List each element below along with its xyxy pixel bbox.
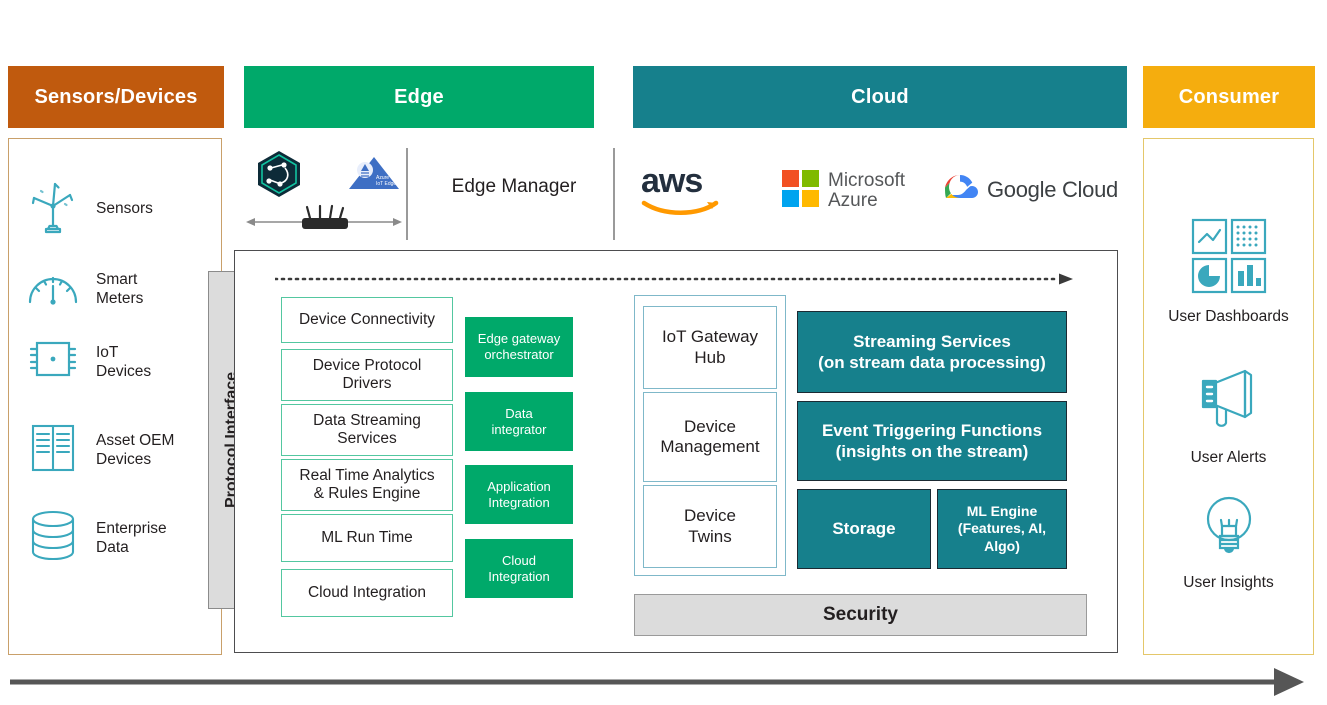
consumer-item-dashboards: User Dashboards xyxy=(1143,218,1314,326)
cloud-box-streaming-services[interactable]: Streaming Services (on stream data proce… xyxy=(797,311,1067,393)
iot-gateway-group: IoT Gateway Hub Device Management Device… xyxy=(634,295,786,576)
cloud-box-storage[interactable]: Storage xyxy=(797,489,931,569)
consumer-item-insights-label: User Insights xyxy=(1183,574,1274,591)
column-header-edge: Edge xyxy=(244,66,594,128)
sensor-item-iot-devices-label: IoT Devices xyxy=(96,343,152,380)
edge-divider-right xyxy=(613,148,615,240)
security-bar: Security xyxy=(634,594,1087,636)
consumer-item-insights: User Insights xyxy=(1143,492,1314,592)
wind-turbine-icon xyxy=(24,178,82,241)
router-icon xyxy=(302,204,348,229)
edge-green-box-edge-gateway-orchestrator[interactable]: Edge gateway orchestrator xyxy=(465,317,573,377)
edge-box-cloud-integration[interactable]: Cloud Integration xyxy=(281,569,453,617)
column-header-consumer-label: Consumer xyxy=(1178,85,1280,108)
sensor-item-sensors: Sensors xyxy=(24,178,153,241)
data-flow-arrow xyxy=(273,272,1075,285)
edge-green-box-application-integration[interactable]: Application Integration xyxy=(465,465,573,524)
edge-divider-left xyxy=(406,148,408,240)
cloud-box-device-management[interactable]: Device Management xyxy=(643,392,777,482)
book-icon xyxy=(24,421,82,480)
sensor-item-enterprise-data-label: Enterprise Data xyxy=(96,519,167,556)
sensor-item-asset-oem-devices-label: Asset OEM Devices xyxy=(96,431,175,468)
edge-device-arrow xyxy=(244,202,404,239)
column-header-consumer: Consumer xyxy=(1143,66,1315,128)
column-header-cloud: Cloud xyxy=(633,66,1127,128)
edge-box-data-streaming-services[interactable]: Data Streaming Services xyxy=(281,404,453,456)
megaphone-icon xyxy=(1193,363,1265,440)
cloud-box-ml-engine[interactable]: ML Engine (Features, AI, Algo) xyxy=(937,489,1067,569)
cloud-box-device-twins[interactable]: Device Twins xyxy=(643,485,777,568)
edge-green-box-cloud-integration[interactable]: Cloud Integration xyxy=(465,539,573,598)
cloud-box-event-triggering-functions[interactable]: Event Triggering Functions (insights on … xyxy=(797,401,1067,481)
edge-box-device-connectivity[interactable]: Device Connectivity xyxy=(281,297,453,343)
edge-box-ml-run-time[interactable]: ML Run Time xyxy=(281,514,453,562)
sensor-item-smart-meters: Smart Meters xyxy=(24,264,143,315)
lightbulb-icon xyxy=(1196,492,1262,565)
edge-manager-label: Edge Manager xyxy=(451,176,577,197)
microsoft-squares-icon xyxy=(782,170,819,212)
edge-box-device-protocol-drivers[interactable]: Device Protocol Drivers xyxy=(281,349,453,401)
sensor-item-iot-devices: IoT Devices xyxy=(24,335,151,390)
dashboard-grid-icon xyxy=(1191,218,1267,299)
google-cloud-mark-icon xyxy=(942,172,978,207)
microsoft-azure-wordmark: Microsoft Azure xyxy=(828,169,906,211)
consumer-item-alerts-label: User Alerts xyxy=(1190,449,1267,466)
aws-logo-icon: aws xyxy=(640,162,722,222)
azure-iot-edge-icon: Azure IoT Edge xyxy=(345,155,401,198)
sensor-item-smart-meters-label: Smart Meters xyxy=(96,270,144,307)
consumer-item-alerts: User Alerts xyxy=(1143,363,1314,467)
column-header-cloud-label: Cloud xyxy=(851,85,909,108)
column-header-sensors: Sensors/Devices xyxy=(8,66,224,128)
end-to-end-flow-arrow xyxy=(8,665,1308,699)
column-header-sensors-label: Sensors/Devices xyxy=(34,85,198,108)
edge-logos-group: Azure IoT Edge xyxy=(244,150,404,235)
sensor-item-enterprise-data: Enterprise Data xyxy=(24,508,167,569)
svg-text:IoT Edge: IoT Edge xyxy=(376,181,396,187)
database-icon xyxy=(24,508,82,569)
edge-green-box-data-integrator[interactable]: Data integrator xyxy=(465,392,573,451)
cloud-box-iot-gateway-hub[interactable]: IoT Gateway Hub xyxy=(643,306,777,389)
sensor-item-asset-oem-devices: Asset OEM Devices xyxy=(24,421,174,480)
azure-word: Azure xyxy=(828,190,878,211)
chip-icon xyxy=(24,335,82,390)
consumer-item-dashboards-label: User Dashboards xyxy=(1168,308,1289,325)
iot-architecture-diagram: Sensors/Devices Edge Cloud Consumer Sens… xyxy=(0,0,1327,705)
security-label: Security xyxy=(823,604,898,625)
google-cloud-logo: Google Cloud xyxy=(942,172,1118,207)
svg-text:aws: aws xyxy=(641,163,702,200)
microsoft-azure-logo: Microsoft Azure xyxy=(782,170,905,212)
sensor-item-sensors-label: Sensors xyxy=(96,200,153,218)
aws-iot-greengrass-icon xyxy=(256,150,302,203)
column-header-edge-label: Edge xyxy=(394,85,444,108)
google-cloud-wordmark: Google Cloud xyxy=(987,176,1118,202)
gauge-icon xyxy=(24,264,82,315)
edge-box-real-time-analytics[interactable]: Real Time Analytics & Rules Engine xyxy=(281,459,453,511)
microsoft-word: Microsoft xyxy=(828,169,906,191)
